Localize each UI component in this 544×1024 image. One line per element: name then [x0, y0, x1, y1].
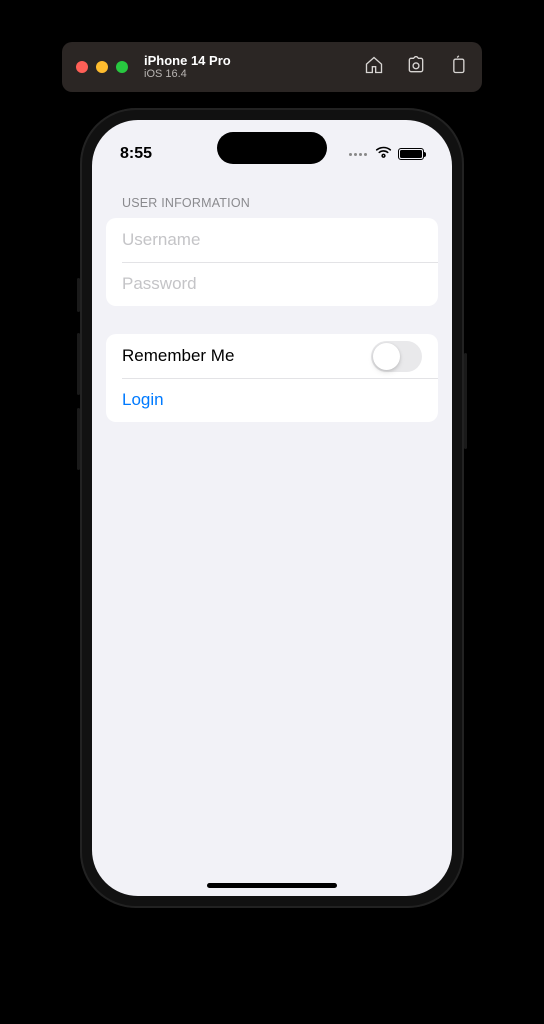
- device-screen: 8:55 USER INFORMATION: [92, 120, 452, 896]
- rotate-icon[interactable]: [448, 55, 468, 80]
- user-info-group: [106, 218, 438, 306]
- home-icon[interactable]: [364, 55, 384, 80]
- remember-me-label: Remember Me: [122, 346, 371, 366]
- device-os: iOS 16.4: [144, 68, 231, 80]
- login-row[interactable]: Login: [106, 378, 438, 422]
- cellular-icon: [349, 153, 367, 156]
- toggle-knob: [373, 343, 400, 370]
- device-name: iPhone 14 Pro: [144, 54, 231, 68]
- volume-up-button: [77, 333, 80, 395]
- actions-group: Remember Me Login: [106, 334, 438, 422]
- simulator-toolbar: iPhone 14 Pro iOS 16.4: [62, 42, 482, 92]
- battery-icon: [398, 148, 424, 160]
- password-row[interactable]: [106, 262, 438, 306]
- section-header-user-info: USER INFORMATION: [92, 190, 452, 218]
- mute-switch: [77, 278, 80, 312]
- close-window-button[interactable]: [76, 61, 88, 73]
- login-button[interactable]: Login: [122, 390, 164, 410]
- minimize-window-button[interactable]: [96, 61, 108, 73]
- wifi-icon: [375, 145, 392, 164]
- password-field[interactable]: [122, 262, 422, 306]
- volume-down-button: [77, 408, 80, 470]
- status-time: 8:55: [120, 145, 152, 163]
- remember-me-row[interactable]: Remember Me: [106, 334, 438, 378]
- window-controls: [76, 61, 128, 73]
- device-info: iPhone 14 Pro iOS 16.4: [144, 54, 231, 80]
- power-button: [464, 353, 467, 449]
- zoom-window-button[interactable]: [116, 61, 128, 73]
- screenshot-icon[interactable]: [406, 55, 426, 80]
- username-field[interactable]: [122, 218, 422, 262]
- home-indicator[interactable]: [207, 883, 337, 888]
- dynamic-island: [217, 132, 327, 164]
- username-row[interactable]: [106, 218, 438, 262]
- remember-me-toggle[interactable]: [371, 341, 422, 372]
- device-frame: 8:55 USER INFORMATION: [80, 108, 464, 908]
